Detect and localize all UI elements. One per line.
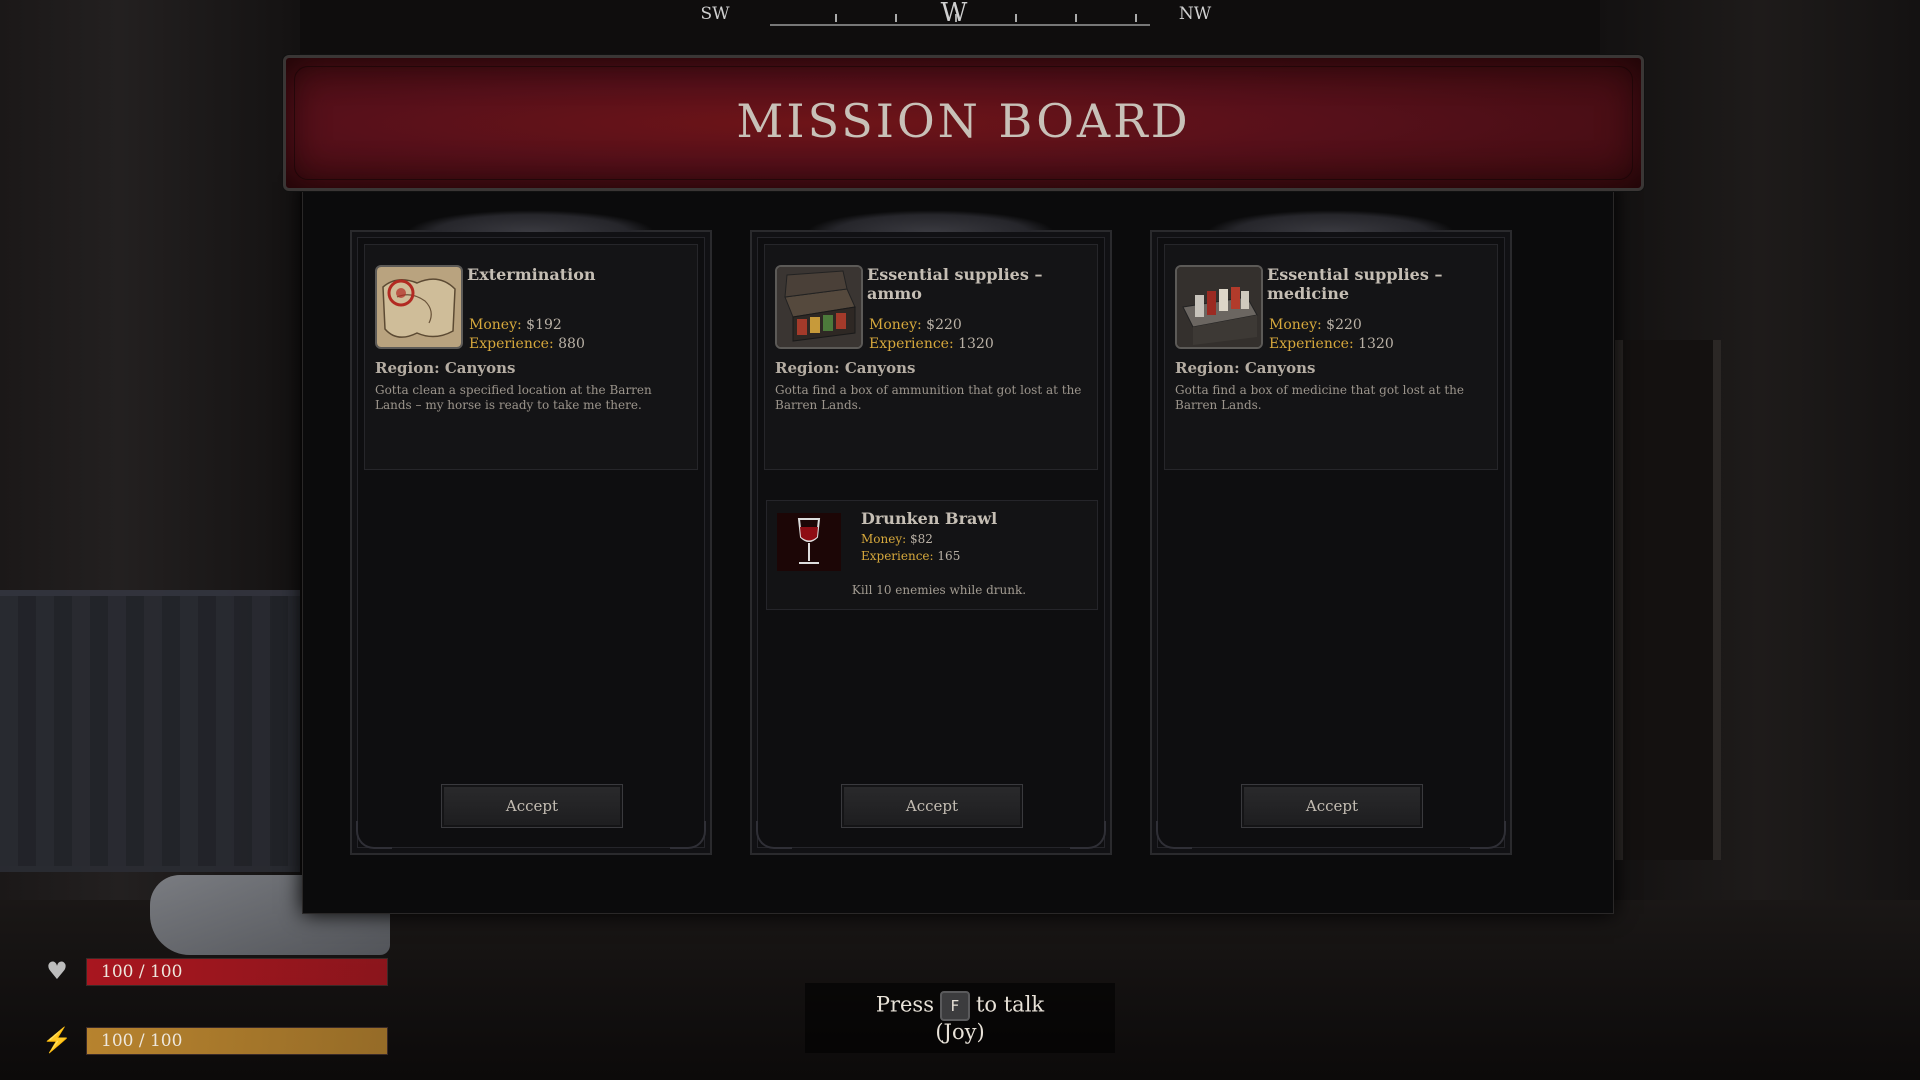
- prompt-action: to talk: [975, 992, 1045, 1017]
- door-frame: [1615, 340, 1721, 860]
- compass-nw: NW: [1178, 4, 1212, 24]
- experience-value: 1320: [1358, 336, 1394, 352]
- mission-card[interactable]: Extermination Money: $192 Experience: 88…: [364, 244, 698, 470]
- experience-value: 165: [937, 549, 961, 563]
- challenge-description: Kill 10 enemies while drunk.: [851, 583, 1027, 597]
- mission-region: Region: Canyons: [375, 359, 516, 377]
- challenge-rewards: Money: $82 Experience: 165: [861, 531, 960, 565]
- map-icon: [375, 265, 463, 349]
- money-value: $220: [1326, 317, 1362, 333]
- stamina-bar: 100 / 100: [86, 1027, 388, 1055]
- stamina-value: 100 / 100: [101, 1031, 183, 1051]
- experience-value: 1320: [958, 336, 994, 352]
- health-row: ♥ 100 / 100: [42, 956, 388, 986]
- mission-description: Gotta clean a specified location at the …: [375, 383, 652, 412]
- mission-column-1: Extermination Money: $192 Experience: 88…: [350, 210, 712, 855]
- compass-tick: [835, 14, 837, 22]
- ornament-corner: [1470, 821, 1506, 849]
- prompt-press: Press: [875, 992, 934, 1017]
- heart-icon: ♥: [46, 957, 68, 985]
- mission-card[interactable]: Essential supplies – medicine Money: $22…: [1164, 244, 1498, 470]
- money-value: $82: [910, 532, 933, 546]
- prompt-target: (Joy): [935, 1020, 985, 1044]
- mission-description: Gotta find a box of ammunition that got …: [775, 383, 1082, 412]
- compass-tick: [1135, 14, 1137, 22]
- experience-label: Experience:: [861, 549, 934, 563]
- mission-board-title: MISSION BOARD: [736, 94, 1191, 148]
- money-label: Money:: [1269, 317, 1322, 333]
- interaction-prompt: Press Fto talk (Joy): [805, 983, 1115, 1053]
- mission-title: Essential supplies – ammo: [867, 265, 1043, 303]
- ornament-corner: [1156, 821, 1192, 849]
- mission-rewards: Money: $220 Experience: 1320: [1269, 316, 1394, 354]
- money-label: Money:: [869, 317, 922, 333]
- mission-column-3: Essential supplies – medicine Money: $22…: [1150, 210, 1512, 855]
- lightning-icon: ⚡: [42, 1026, 72, 1054]
- ornament-crest: [1207, 210, 1455, 232]
- money-label: Money:: [469, 317, 522, 333]
- health-bar: 100 / 100: [86, 958, 388, 986]
- key-hint-f: F: [939, 991, 970, 1021]
- challenge-title: Drunken Brawl: [861, 509, 998, 528]
- ornament-corner: [1070, 821, 1106, 849]
- experience-label: Experience:: [1269, 336, 1354, 352]
- money-value: $220: [926, 317, 962, 333]
- ornament-corner: [356, 821, 392, 849]
- ornament-corner: [670, 821, 706, 849]
- accept-button[interactable]: Accept: [441, 784, 623, 828]
- medicine-box-icon: [1175, 265, 1263, 349]
- wine-glass-icon: [777, 513, 841, 571]
- compass-tick: [895, 14, 897, 22]
- compass: SW W NW: [690, 0, 1230, 30]
- experience-label: Experience:: [469, 336, 554, 352]
- stamina-row: ⚡ 100 / 100: [42, 1025, 388, 1055]
- ornament-corner: [756, 821, 792, 849]
- money-label: Money:: [861, 532, 907, 546]
- mission-title: Extermination: [467, 265, 596, 284]
- challenge-card[interactable]: Drunken Brawl Money: $82 Experience: 165…: [766, 500, 1098, 610]
- mission-region: Region: Canyons: [775, 359, 916, 377]
- experience-label: Experience:: [869, 336, 954, 352]
- mission-title: Essential supplies – medicine: [1267, 265, 1443, 303]
- compass-w: W: [940, 0, 968, 28]
- mission-rewards: Money: $220 Experience: 1320: [869, 316, 994, 354]
- ornament-crest: [807, 210, 1055, 232]
- mission-board-banner: MISSION BOARD: [283, 55, 1644, 191]
- mission-card[interactable]: Essential supplies – ammo Money: $220 Ex…: [764, 244, 1098, 470]
- barrel: [0, 590, 300, 872]
- ammo-box-icon: [775, 265, 863, 349]
- experience-value: 880: [558, 336, 585, 352]
- mission-column-2: Essential supplies – ammo Money: $220 Ex…: [750, 210, 1112, 855]
- compass-tick: [1015, 14, 1017, 22]
- accept-button[interactable]: Accept: [1241, 784, 1423, 828]
- money-value: $192: [526, 317, 562, 333]
- accept-button[interactable]: Accept: [841, 784, 1023, 828]
- mission-region: Region: Canyons: [1175, 359, 1316, 377]
- health-value: 100 / 100: [101, 962, 183, 982]
- compass-tick: [1075, 14, 1077, 22]
- ornament-crest: [407, 210, 655, 232]
- mission-description: Gotta find a box of medicine that got lo…: [1175, 383, 1464, 412]
- compass-sw: SW: [700, 4, 730, 24]
- mission-rewards: Money: $192 Experience: 880: [469, 316, 585, 354]
